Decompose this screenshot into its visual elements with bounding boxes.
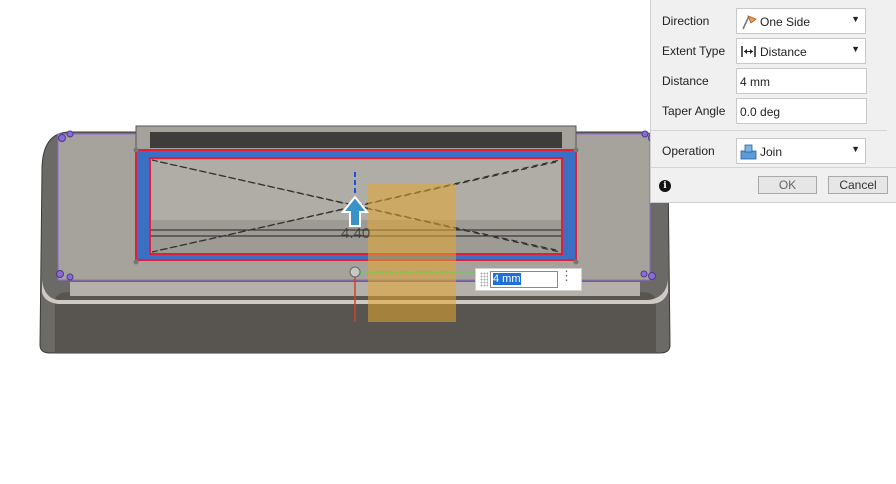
dimension-label: 4.40 [341,225,370,242]
taper-angle-label: Taper Angle [662,104,726,118]
join-operation-icon [740,144,757,160]
operation-select[interactable]: Join ▼ [736,138,866,164]
divider [651,167,896,168]
direction-select[interactable]: One Side ▼ [736,8,866,34]
direction-row: Direction One Side ▼ [651,8,896,34]
extrude-properties-panel: Direction One Side ▼ Extent Type Distanc… [650,0,896,203]
manipulator-origin[interactable] [349,266,361,278]
divider [651,130,887,131]
direction-label: Direction [662,14,710,28]
info-icon[interactable]: i [659,180,671,192]
operation-row: Operation Join ▼ [651,138,896,164]
drag-handle[interactable] [480,272,488,287]
distance-label: Distance [662,74,709,88]
extent-type-select[interactable]: Distance ▼ [736,38,866,64]
distance-field[interactable]: 4 mm [736,68,867,94]
extent-type-row: Extent Type Distance ▼ [651,38,896,64]
distance-input-selected-text: 4 mm [493,273,521,285]
more-options-icon[interactable]: ⋮ [560,269,573,282]
taper-angle-field[interactable]: 0.0 deg [736,98,867,124]
operation-value: Join [760,145,783,159]
extent-type-label: Extent Type [662,44,726,58]
direction-value: One Side [760,15,811,29]
distance-extent-icon [741,46,756,57]
chevron-down-icon: ▼ [851,44,860,54]
distance-value: 4 mm [740,75,770,89]
chevron-down-icon: ▼ [851,14,860,24]
ok-button[interactable]: OK [758,176,817,194]
extent-type-value: Distance [760,45,807,59]
taper-angle-value: 0.0 deg [740,105,781,119]
one-side-direction-icon [742,15,757,30]
extrude-preview [368,184,456,322]
back-wall-shadow [150,132,562,148]
taper-angle-row: Taper Angle 0.0 deg [651,98,896,124]
distance-manipulator-input: 4 mm ⋮ [475,268,582,291]
chevron-down-icon: ▼ [851,144,860,154]
cancel-button[interactable]: Cancel [828,176,888,194]
distance-row: Distance 4 mm [651,68,896,94]
distance-input[interactable]: 4 mm [490,271,558,288]
operation-label: Operation [662,144,715,158]
